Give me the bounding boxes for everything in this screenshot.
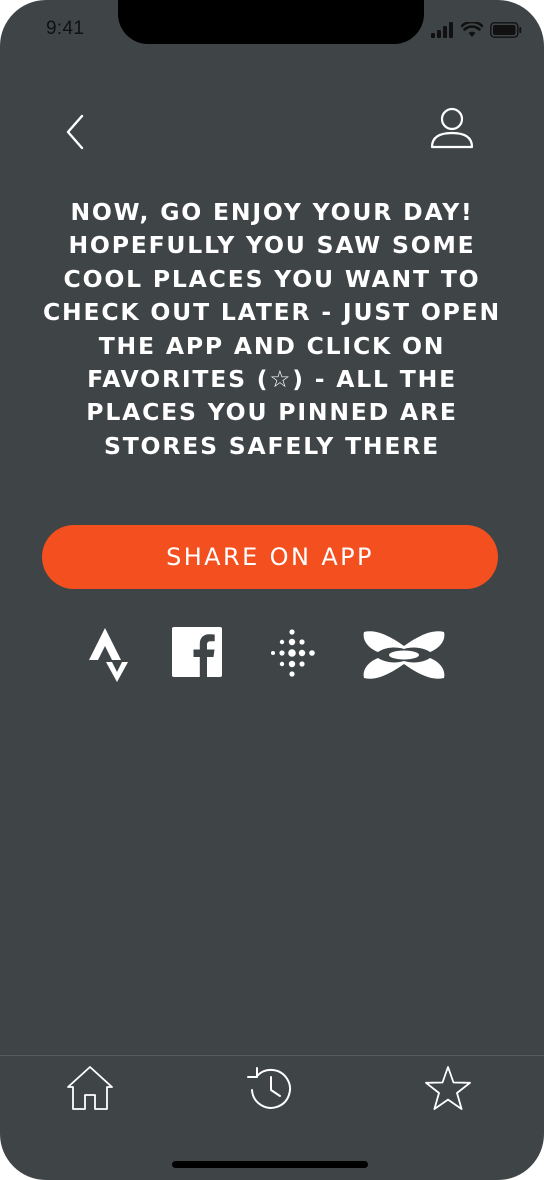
status-time: 9:41: [46, 18, 85, 39]
wifi-icon: [461, 22, 483, 37]
user-profile-icon[interactable]: [426, 104, 478, 152]
fitbit-icon[interactable]: [264, 622, 320, 686]
battery-icon: [490, 22, 522, 38]
favorites-star-icon[interactable]: [422, 1063, 474, 1115]
share-on-app-button[interactable]: SHARE ON APP: [42, 525, 498, 589]
notch: [118, 0, 424, 44]
home-icon[interactable]: [64, 1063, 116, 1115]
signal-icon: [431, 22, 453, 38]
strava-icon[interactable]: [86, 622, 132, 686]
under-armour-icon[interactable]: [360, 622, 448, 686]
phone-screen: 9:41 NOW, GO ENJOY YOUR DAY! HOPEFULLY Y…: [0, 0, 544, 1180]
home-indicator[interactable]: [172, 1161, 368, 1168]
history-icon[interactable]: [244, 1063, 296, 1115]
completion-message: NOW, GO ENJOY YOUR DAY! HOPEFULLY YOU SA…: [43, 198, 501, 460]
status-icons: [430, 22, 522, 38]
facebook-icon[interactable]: [170, 622, 224, 686]
back-chevron-icon[interactable]: [60, 110, 96, 154]
